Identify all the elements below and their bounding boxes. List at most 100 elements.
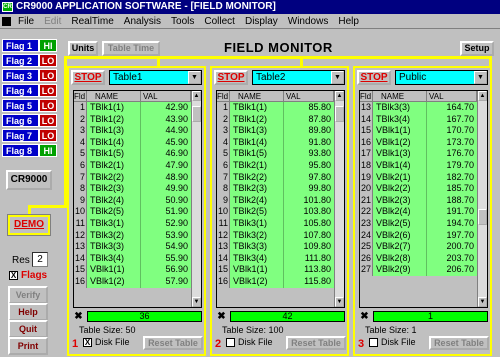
units-button[interactable]: Units [68, 41, 98, 56]
flag-6[interactable]: Flag 6 LO [2, 114, 57, 127]
close-icon[interactable]: ✖ [359, 311, 370, 322]
reset-table-button[interactable]: Reset Table [429, 336, 489, 350]
stop-button[interactable]: STOP [214, 70, 248, 85]
flag-8[interactable]: Flag 8 HI [2, 144, 57, 157]
table-row[interactable]: 5 TBlk1(5) 46.90 [74, 148, 201, 160]
res-input[interactable]: 2 [32, 252, 48, 267]
table-row[interactable]: 22 VBlk2(4) 191.70 [360, 206, 487, 218]
vertical-scrollbar[interactable]: ▲ ▼ [334, 91, 344, 307]
table-row[interactable]: 3 TBlk1(3) 44.90 [74, 125, 201, 137]
table-row[interactable]: 1 TBlk1(1) 85.80 [217, 102, 344, 114]
vertical-scrollbar[interactable]: ▲ ▼ [191, 91, 201, 307]
table-row[interactable]: 4 TBlk1(4) 91.80 [217, 136, 344, 149]
table-row[interactable]: 1 TBlk1(1) 42.90 [74, 102, 201, 114]
table-row[interactable]: 23 VBlk2(5) 194.70 [360, 217, 487, 230]
close-icon[interactable]: ✖ [73, 311, 84, 322]
menu-collect[interactable]: Collect [199, 16, 240, 27]
table-row[interactable]: 4 TBlk1(4) 45.90 [74, 136, 201, 149]
scroll-up-icon[interactable]: ▲ [478, 91, 487, 101]
table-row[interactable]: 14 TBlk3(4) 111.80 [217, 252, 344, 265]
table-row[interactable]: 14 TBlk3(4) 167.70 [360, 113, 487, 126]
table-row[interactable]: 13 TBlk3(3) 109.80 [217, 241, 344, 253]
flag-2[interactable]: Flag 2 LO [2, 54, 57, 67]
reset-table-button[interactable]: Reset Table [286, 336, 346, 350]
reset-table-button[interactable]: Reset Table [143, 336, 203, 350]
table-row[interactable]: 8 TBlk2(3) 49.90 [74, 183, 201, 195]
table-row[interactable]: 13 TBlk3(3) 164.70 [360, 102, 487, 114]
disk-file-checkbox[interactable] [226, 338, 235, 347]
table-row[interactable]: 9 TBlk2(4) 50.90 [74, 194, 201, 207]
stop-button[interactable]: STOP [357, 70, 391, 85]
flag-3[interactable]: Flag 3 LO [2, 69, 57, 82]
table-row[interactable]: 11 TBlk3(1) 52.90 [74, 217, 201, 230]
close-icon[interactable]: ✖ [216, 311, 227, 322]
table-row[interactable]: 17 VBlk1(3) 176.70 [360, 148, 487, 160]
disk-file-checkbox[interactable] [369, 338, 378, 347]
flag-1[interactable]: Flag 1 HI [2, 39, 57, 52]
table-row[interactable]: 9 TBlk2(4) 101.80 [217, 194, 344, 207]
help-button[interactable]: Help [8, 303, 48, 321]
table-row[interactable]: 13 TBlk3(3) 54.90 [74, 241, 201, 253]
scroll-up-icon[interactable]: ▲ [192, 91, 201, 101]
table-row[interactable]: 15 VBlk1(1) 113.80 [217, 264, 344, 276]
stop-button[interactable]: STOP [71, 70, 105, 85]
scroll-down-icon[interactable]: ▼ [335, 297, 344, 307]
table-row[interactable]: 6 TBlk2(1) 47.90 [74, 159, 201, 172]
scroll-down-icon[interactable]: ▼ [478, 297, 487, 307]
demo-button[interactable]: DEMO [7, 214, 51, 236]
table-row[interactable]: 3 TBlk1(3) 89.80 [217, 125, 344, 137]
scroll-thumb[interactable] [478, 209, 487, 225]
menu-edit[interactable]: Edit [39, 16, 66, 27]
table-row[interactable]: 26 VBlk2(8) 203.70 [360, 252, 487, 265]
quit-button[interactable]: Quit [8, 320, 48, 338]
table-row[interactable]: 27 VBlk2(9) 206.70 [360, 264, 487, 276]
table-row[interactable]: 15 VBlk1(1) 170.70 [360, 125, 487, 137]
table-row[interactable]: 11 TBlk3(1) 105.80 [217, 217, 344, 230]
table-row[interactable]: 10 TBlk2(5) 51.90 [74, 206, 201, 218]
scroll-up-icon[interactable]: ▲ [335, 91, 344, 101]
table-row[interactable]: 10 TBlk2(5) 103.80 [217, 206, 344, 218]
flag-5[interactable]: Flag 5 LO [2, 99, 57, 112]
flag-4[interactable]: Flag 4 LO [2, 84, 57, 97]
system-menu-icon[interactable] [2, 16, 11, 26]
table-row[interactable]: 14 TBlk3(4) 55.90 [74, 252, 201, 265]
table-time-button[interactable]: Table Time [102, 41, 160, 56]
table-row[interactable]: 12 TBlk3(2) 53.90 [74, 229, 201, 242]
table-row[interactable]: 2 TBlk1(2) 87.80 [217, 113, 344, 126]
scroll-down-icon[interactable]: ▼ [192, 297, 201, 307]
table-row[interactable]: 12 TBlk3(2) 107.80 [217, 229, 344, 242]
table-row[interactable]: 7 TBlk2(2) 97.80 [217, 171, 344, 184]
table-row[interactable]: 20 VBlk2(2) 185.70 [360, 183, 487, 195]
table-row[interactable]: 15 VBlk1(1) 56.90 [74, 264, 201, 276]
flag-7[interactable]: Flag 7 LO [2, 129, 57, 142]
table-row[interactable]: 6 TBlk2(1) 95.80 [217, 159, 344, 172]
table-select[interactable]: Public ▼ [395, 70, 488, 85]
verify-button[interactable]: Verify [8, 286, 48, 304]
scroll-thumb[interactable] [335, 106, 344, 122]
table-row[interactable]: 19 VBlk2(1) 182.70 [360, 171, 487, 184]
table-row[interactable]: 5 TBlk1(5) 93.80 [217, 148, 344, 160]
setup-button[interactable]: Setup [460, 41, 494, 56]
chevron-down-icon[interactable]: ▼ [188, 71, 201, 84]
table-row[interactable]: 7 TBlk2(2) 48.90 [74, 171, 201, 184]
table-row[interactable]: 16 VBlk1(2) 173.70 [360, 136, 487, 149]
table-row[interactable]: 2 TBlk1(2) 43.90 [74, 113, 201, 126]
table-select[interactable]: Table1 ▼ [109, 70, 202, 85]
menu-help[interactable]: Help [333, 16, 364, 27]
menu-realtime[interactable]: RealTime [66, 16, 118, 27]
chevron-down-icon[interactable]: ▼ [331, 71, 344, 84]
chevron-down-icon[interactable]: ▼ [474, 71, 487, 84]
menu-file[interactable]: File [13, 16, 39, 27]
table-row[interactable]: 18 VBlk1(4) 179.70 [360, 159, 487, 172]
menu-tools[interactable]: Tools [166, 16, 199, 27]
table-row[interactable]: 25 VBlk2(7) 200.70 [360, 241, 487, 253]
table-row[interactable]: 8 TBlk2(3) 99.80 [217, 183, 344, 195]
table-row[interactable]: 24 VBlk2(6) 197.70 [360, 229, 487, 242]
menu-windows[interactable]: Windows [283, 16, 334, 27]
cr9000-button[interactable]: CR9000 [6, 170, 52, 190]
menu-display[interactable]: Display [240, 16, 283, 27]
table-row[interactable]: 21 VBlk2(3) 188.70 [360, 194, 487, 207]
print-button[interactable]: Print [8, 337, 48, 355]
vertical-scrollbar[interactable]: ▲ ▼ [477, 91, 487, 307]
table-row[interactable]: 16 VBlk1(2) 57.90 [74, 275, 201, 288]
